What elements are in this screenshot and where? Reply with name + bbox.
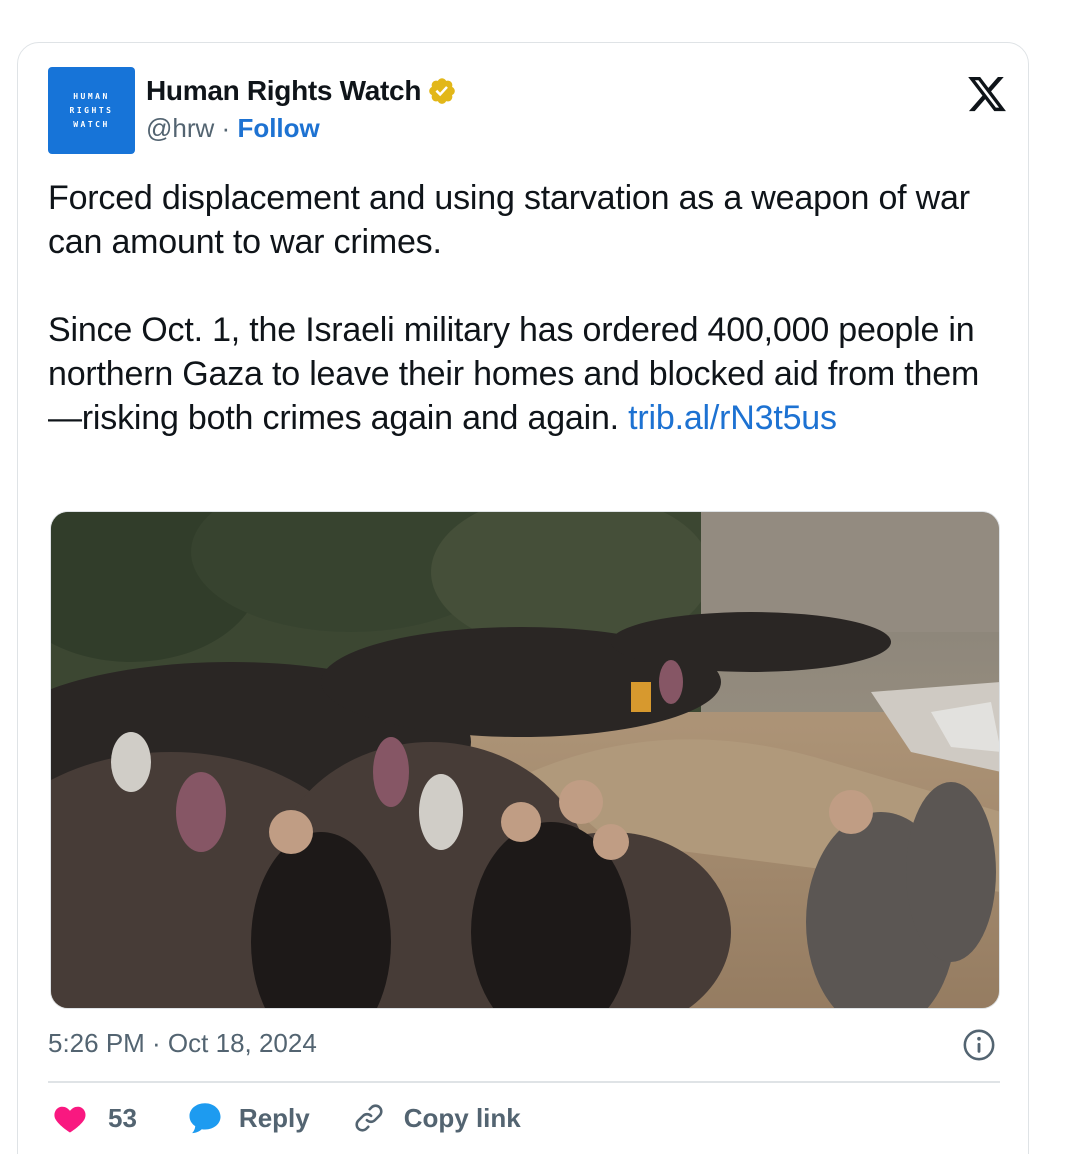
link-icon xyxy=(355,1104,383,1132)
like-button[interactable]: 53 xyxy=(52,1102,137,1134)
author-name-row: Human Rights Watch xyxy=(146,75,457,107)
heart-icon xyxy=(54,1106,86,1133)
tweet-photo[interactable] xyxy=(50,511,1000,1009)
handle-separator: · xyxy=(221,113,231,143)
author-handle[interactable]: @hrw xyxy=(146,113,214,143)
tweet-actions: 53 Reply Copy link xyxy=(52,1101,521,1135)
tweet-header: HUMAN RIGHTS WATCH Human Rights Watch @h… xyxy=(48,67,1008,157)
follow-button[interactable]: Follow xyxy=(237,113,319,143)
like-count: 53 xyxy=(108,1102,137,1133)
tweet-timestamp[interactable]: 5:26 PM · Oct 18, 2024 xyxy=(48,1028,317,1059)
tweet-paragraph-text: Since Oct. 1, the Israeli military has o… xyxy=(48,311,980,437)
copy-link-button[interactable]: Copy link xyxy=(352,1101,521,1135)
verified-badge-icon xyxy=(429,78,455,104)
speech-bubble-icon xyxy=(189,1103,221,1134)
tweet-paragraph: Forced displacement and using starvation… xyxy=(48,179,970,261)
tweet-text: Forced displacement and using starvation… xyxy=(48,176,998,440)
handle-row: @hrw · Follow xyxy=(146,113,457,144)
reply-label: Reply xyxy=(238,1102,310,1133)
avatar[interactable]: HUMAN RIGHTS WATCH xyxy=(48,67,135,154)
info-icon[interactable] xyxy=(962,1028,996,1062)
divider xyxy=(48,1081,1000,1083)
avatar-text-line: RIGHTS xyxy=(69,105,114,115)
tweet-paragraph: Since Oct. 1, the Israeli military has o… xyxy=(48,308,998,440)
x-logo-icon[interactable] xyxy=(966,73,1008,115)
tweet-card: HUMAN RIGHTS WATCH Human Rights Watch @h… xyxy=(17,42,1029,1154)
avatar-text-line: HUMAN xyxy=(73,91,110,101)
photo-crowd-scene xyxy=(51,512,999,1008)
author-info: Human Rights Watch @hrw · Follow xyxy=(146,75,457,144)
author-name[interactable]: Human Rights Watch xyxy=(146,75,421,107)
avatar-text-line: WATCH xyxy=(73,119,110,129)
tweet-link[interactable]: trib.al/rN3t5us xyxy=(628,399,837,437)
copy-link-label: Copy link xyxy=(403,1102,521,1133)
reply-button[interactable]: Reply xyxy=(187,1101,310,1135)
